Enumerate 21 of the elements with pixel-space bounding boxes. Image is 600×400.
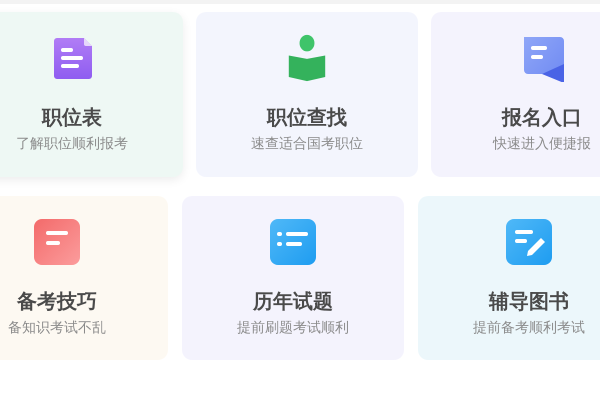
card-title: 辅导图书 (489, 288, 569, 314)
menu-card[interactable]: 职位查找 速查适合国考职位 (196, 12, 418, 177)
note-icon (33, 218, 81, 266)
card-title: 备考技巧 (17, 288, 97, 314)
card-subtitle: 了解职位顺利报考 (16, 135, 128, 153)
card-title: 职位查找 (267, 104, 347, 130)
card-title: 历年试题 (253, 288, 333, 314)
menu-card[interactable]: 辅导图书 提前备考顺利考试 (418, 196, 600, 360)
card-subtitle: 速查适合国考职位 (251, 135, 363, 153)
list-icon (269, 218, 317, 266)
card-title: 报名入口 (502, 104, 582, 130)
menu-card[interactable]: 职位表 了解职位顺利报考 (0, 12, 183, 177)
edit-icon (505, 218, 553, 266)
card-subtitle: 提前备考顺利考试 (473, 319, 585, 337)
card-subtitle: 提前刷题考试顺利 (237, 319, 349, 337)
card-title: 职位表 (42, 104, 102, 130)
menu-card[interactable]: 历年试题 提前刷题考试顺利 (182, 196, 404, 360)
card-subtitle: 快速进入便捷报 (493, 135, 591, 153)
menu-card[interactable]: 备考技巧 备知识考试不乱 (0, 196, 168, 360)
menu-card[interactable]: 报名入口 快速进入便捷报 (431, 12, 600, 177)
card-subtitle: 备知识考试不乱 (8, 319, 106, 337)
